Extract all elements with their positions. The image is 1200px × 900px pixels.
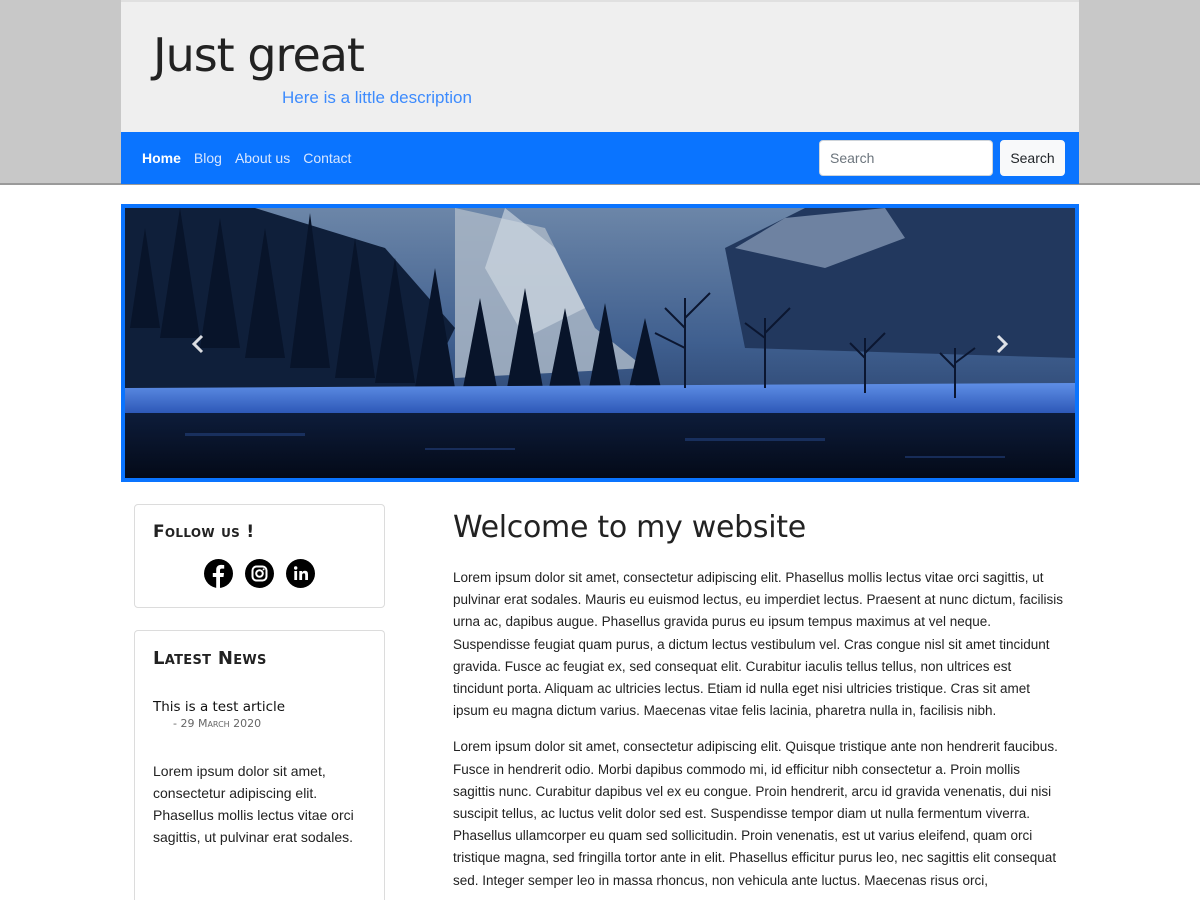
search-input[interactable] xyxy=(819,140,993,176)
latest-news-card: Latest News This is a test article - 29 … xyxy=(134,630,385,900)
carousel-next-button[interactable] xyxy=(987,326,1017,362)
linkedin-icon[interactable] xyxy=(286,559,315,588)
nav-links: Home Blog About us Contact xyxy=(142,150,364,166)
main-content: Welcome to my website Lorem ipsum dolor … xyxy=(453,510,1065,900)
header-container: Just great Here is a little description … xyxy=(121,0,1079,184)
search-form: Search xyxy=(819,140,1065,176)
article-title[interactable]: This is a test article xyxy=(153,699,366,715)
chevron-left-icon xyxy=(191,334,204,354)
instagram-icon[interactable] xyxy=(245,559,274,588)
site-header: Just great Here is a little description xyxy=(121,0,1079,132)
nav-blog[interactable]: Blog xyxy=(194,150,222,166)
social-links xyxy=(153,559,366,588)
nav-contact[interactable]: Contact xyxy=(303,150,351,166)
article-excerpt: Lorem ipsum dolor sit amet, consectetur … xyxy=(153,763,354,845)
navbar: Home Blog About us Contact Search xyxy=(121,132,1079,184)
facebook-icon[interactable] xyxy=(204,559,233,588)
latest-news-title: Latest News xyxy=(153,648,267,669)
site-description: Here is a little description xyxy=(282,88,472,107)
content-paragraph: Lorem ipsum dolor sit amet, consectetur … xyxy=(453,570,1064,719)
follow-us-card: Follow us ! xyxy=(134,504,385,608)
chevron-right-icon xyxy=(996,334,1009,354)
carousel-prev-button[interactable] xyxy=(183,326,213,362)
carousel-image xyxy=(125,208,1075,478)
sidebar: Follow us ! Latest News This is a test a… xyxy=(134,504,385,900)
site-title[interactable]: Just great xyxy=(153,28,365,82)
image-carousel[interactable] xyxy=(121,204,1079,482)
nav-home[interactable]: Home xyxy=(142,150,181,166)
follow-us-title: Follow us ! xyxy=(153,522,255,542)
article-date: - 29 March 2020 xyxy=(173,717,262,730)
page-title: Welcome to my website xyxy=(453,510,806,545)
search-button[interactable]: Search xyxy=(1000,140,1065,176)
content-paragraph: Lorem ipsum dolor sit amet, consectetur … xyxy=(453,739,1058,888)
nav-about-us[interactable]: About us xyxy=(235,150,290,166)
